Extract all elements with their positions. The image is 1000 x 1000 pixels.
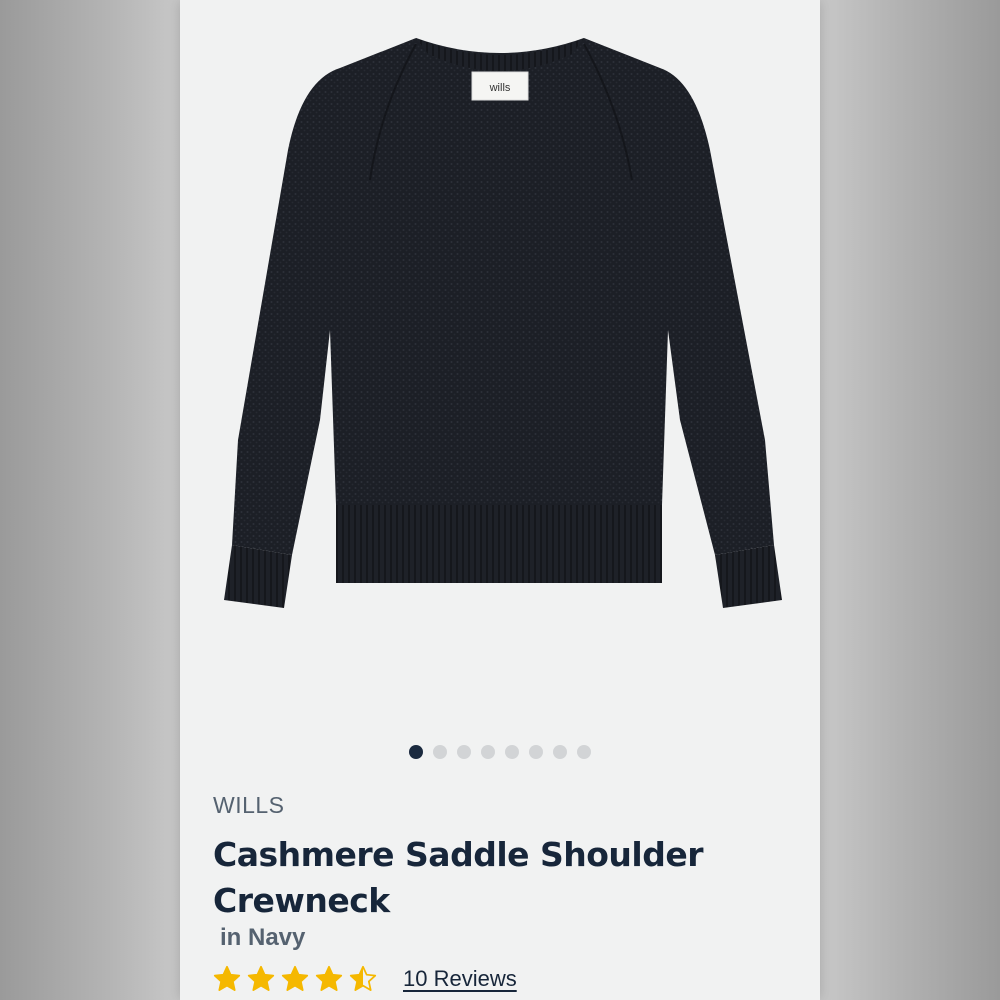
- product-image[interactable]: wills: [180, 0, 820, 720]
- reviews-link[interactable]: 10 Reviews: [403, 966, 517, 992]
- brand-name[interactable]: WILLS: [213, 792, 285, 819]
- carousel-dot[interactable]: [433, 745, 447, 759]
- sweater-cuff-right: [715, 545, 782, 608]
- half-star-icon: [349, 965, 377, 991]
- star-rating: [213, 965, 377, 993]
- sweater-cuff-left: [224, 545, 292, 608]
- product-screen: wills WILLS Cashmere Saddle Shoulder Cre…: [180, 0, 820, 1000]
- carousel-dot[interactable]: [505, 745, 519, 759]
- neck-label-text: wills: [489, 82, 511, 94]
- carousel-dot[interactable]: [529, 745, 543, 759]
- backdrop-right: [820, 0, 1000, 1000]
- carousel-dot[interactable]: [553, 745, 567, 759]
- product-color: in Navy: [220, 924, 306, 951]
- carousel-dots: [180, 745, 820, 759]
- sweater-hem: [336, 505, 662, 583]
- carousel-dot[interactable]: [577, 745, 591, 759]
- star-icon: [281, 965, 309, 991]
- star-icon: [247, 965, 275, 991]
- backdrop-left: [0, 0, 180, 1000]
- carousel-dot[interactable]: [481, 745, 495, 759]
- carousel-dot[interactable]: [409, 745, 423, 759]
- star-icon: [315, 965, 343, 991]
- sweater-body: [232, 38, 774, 555]
- star-icon: [213, 965, 241, 991]
- rating-row: 10 Reviews: [213, 965, 517, 993]
- product-title: Cashmere Saddle Shoulder Crewneck: [213, 835, 704, 920]
- carousel-dot[interactable]: [457, 745, 471, 759]
